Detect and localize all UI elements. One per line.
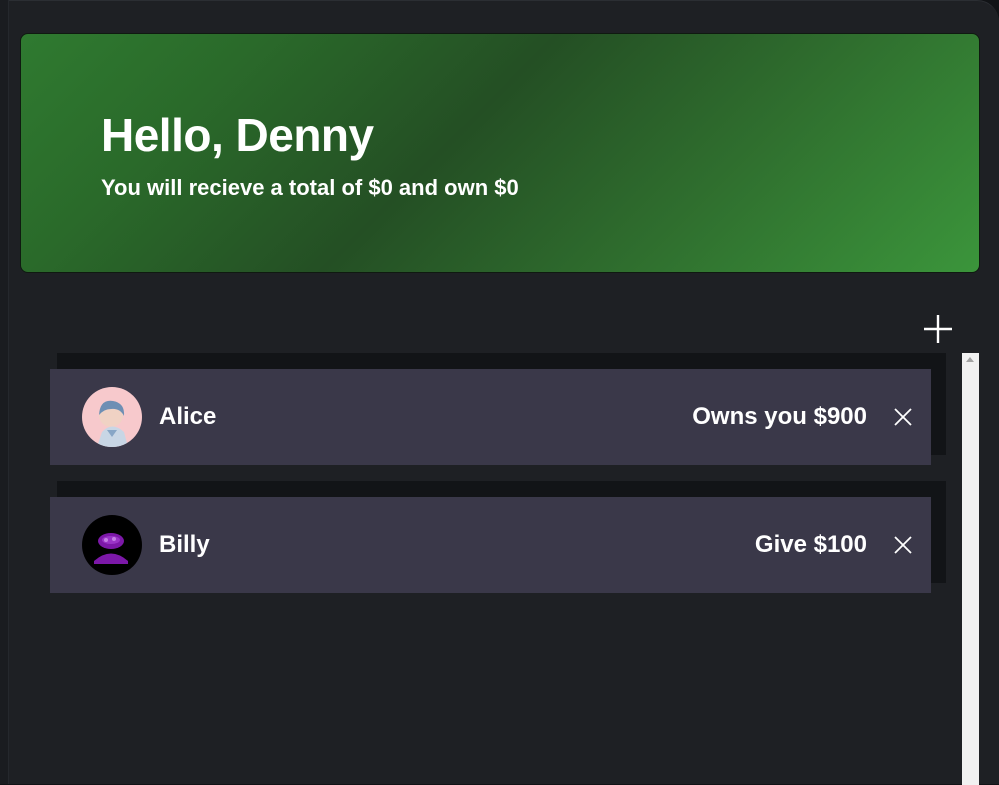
- balance-summary: You will recieve a total of $0 and own $…: [101, 175, 519, 200]
- scroll-up-arrow-icon[interactable]: [966, 357, 974, 362]
- vertical-scrollbar[interactable]: [962, 353, 979, 785]
- app-shell: Hello, Denny You will recieve a total of…: [0, 0, 999, 785]
- contact-row[interactable]: Alice Owns you $900: [50, 369, 931, 465]
- add-contact-button[interactable]: [920, 311, 956, 347]
- main-panel: Hello, Denny You will recieve a total of…: [9, 0, 999, 785]
- left-rail: [0, 0, 9, 784]
- remove-contact-button[interactable]: [891, 533, 915, 557]
- contact-balance: Owns you $900: [692, 403, 867, 430]
- contact-balance: Give $100: [754, 531, 867, 558]
- billy-avatar: [82, 515, 142, 575]
- alice-avatar: [82, 387, 142, 447]
- contact-card-alice: Alice Owns you $900: [50, 353, 946, 465]
- close-icon: [894, 408, 912, 426]
- contact-row[interactable]: Billy Give $100: [50, 497, 931, 593]
- remove-contact-button[interactable]: [891, 405, 915, 429]
- plus-icon: [924, 315, 952, 343]
- contact-name: Alice: [159, 403, 217, 430]
- contact-card-billy: Billy Give $100: [50, 481, 946, 593]
- close-icon: [894, 536, 912, 554]
- greeting-banner: Hello, Denny You will recieve a total of…: [20, 33, 980, 273]
- greeting-title: Hello, Denny: [101, 109, 374, 161]
- contact-name: Billy: [159, 531, 210, 558]
